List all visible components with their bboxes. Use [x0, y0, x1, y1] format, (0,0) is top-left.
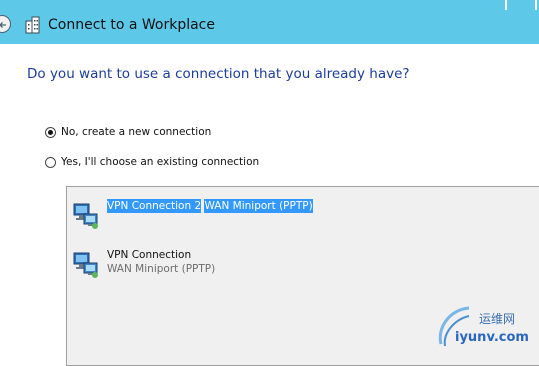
option-existing-connection-label[interactable]: Yes, I'll choose an existing connection	[61, 156, 259, 168]
option-new-connection-label[interactable]: No, create a new connection	[61, 126, 211, 138]
option-new-connection[interactable]: No, create a new connection	[45, 124, 211, 140]
back-button[interactable]	[0, 15, 11, 33]
connection-name: VPN Connection	[107, 249, 192, 261]
option-existing-connection[interactable]: Yes, I'll choose an existing connection	[45, 154, 259, 170]
window-title: Connect to a Workplace	[48, 17, 215, 33]
radio-existing-connection[interactable]	[45, 156, 56, 168]
network-connection-icon	[73, 251, 101, 283]
title-bar: Connect to a Workplace	[0, 0, 539, 44]
page-heading: Do you want to use a connection that you…	[27, 66, 410, 82]
title-bar-controls	[503, 0, 539, 12]
watermark: 运维网 iyunv.com	[435, 304, 539, 350]
watermark-cn-text: 运维网	[479, 312, 516, 326]
radio-new-connection[interactable]	[45, 126, 56, 138]
workplace-icon	[25, 16, 41, 38]
connection-name: VPN Connection 2	[107, 199, 202, 213]
connection-device: WAN Miniport (PPTP)	[204, 199, 313, 213]
back-arrow-icon	[0, 22, 6, 28]
watermark-url-text: iyunv.com	[455, 330, 529, 345]
network-connection-icon	[73, 202, 101, 234]
connection-device: WAN Miniport (PPTP)	[107, 263, 216, 275]
